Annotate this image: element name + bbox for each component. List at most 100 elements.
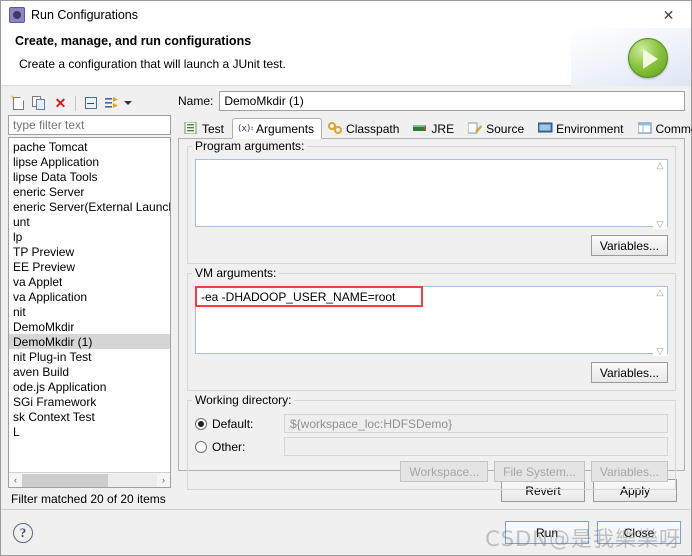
tree-item-label: eneric Server(External Launch) xyxy=(13,199,170,214)
duplicate-icon[interactable] xyxy=(30,94,49,113)
tab-common[interactable]: Common xyxy=(632,118,692,138)
tree-item[interactable]: DemoMkdir (1) xyxy=(9,334,170,349)
file-system-button[interactable]: File System... xyxy=(494,461,585,482)
tree-item[interactable]: L xyxy=(9,424,170,439)
tree-item[interactable]: SGi Framework xyxy=(9,394,170,409)
other-radio[interactable] xyxy=(195,440,207,453)
tab-test[interactable]: Test xyxy=(178,118,232,138)
program-arguments-label: Program arguments: xyxy=(192,139,308,153)
run-configurations-dialog: Run Configurations ✕ Create, manage, and… xyxy=(0,0,692,556)
launch-type-icon xyxy=(9,425,11,438)
test-icon xyxy=(184,121,198,135)
junit-launch-icon xyxy=(9,320,11,333)
environment-icon xyxy=(537,122,553,135)
tree-item[interactable]: va Application xyxy=(9,289,170,304)
tree-item-label: lipse Data Tools xyxy=(13,169,98,184)
working-directory-label: Working directory: xyxy=(192,393,295,407)
tree-item[interactable]: ode.js Application xyxy=(9,379,170,394)
scroll-thumb[interactable] xyxy=(22,473,109,487)
working-directory-group: Working directory: Default: ${workspace_… xyxy=(187,393,676,490)
tree-item[interactable]: va Applet xyxy=(9,274,170,289)
filter-input[interactable] xyxy=(8,115,171,135)
tree-item-label: va Applet xyxy=(13,274,63,289)
configurations-panel: ✕ pache Tomcatlip xyxy=(7,91,172,509)
tree-item[interactable]: sk Context Test xyxy=(9,409,170,424)
tree-item-label: SGi Framework xyxy=(13,394,97,409)
chevron-down-icon[interactable] xyxy=(123,94,133,113)
tab-label: Environment xyxy=(556,121,624,136)
filter-launch-configurations-icon[interactable] xyxy=(102,94,121,113)
arguments-tab-panel: Program arguments: △ ▽ Variables... VM a… xyxy=(178,138,685,490)
vm-arguments-variables-button[interactable]: Variables... xyxy=(590,362,668,383)
tab-jre[interactable]: JRE xyxy=(407,118,462,138)
tree-item[interactable]: unt xyxy=(9,214,170,229)
collapse-all-icon[interactable] xyxy=(81,94,100,113)
workspace-button[interactable]: Workspace... xyxy=(400,461,489,482)
tree-item[interactable]: DemoMkdir xyxy=(9,319,170,334)
tab-classpath[interactable]: Classpath xyxy=(322,118,407,138)
tree-item-label: TP Preview xyxy=(13,244,75,259)
close-icon[interactable]: ✕ xyxy=(646,1,691,28)
tree-item-label: EE Preview xyxy=(13,259,76,274)
program-arguments-field-wrap: △ ▽ xyxy=(195,159,668,230)
launch-type-icon xyxy=(9,395,11,408)
tree-horizontal-scrollbar[interactable]: ‹ › xyxy=(9,472,170,487)
tree-item[interactable]: lipse Application xyxy=(9,154,170,169)
working-directory-variables-button[interactable]: Variables... xyxy=(590,461,668,482)
vm-arguments-input[interactable] xyxy=(195,286,668,354)
tree-item-label: lp xyxy=(13,229,23,244)
scroll-right-icon[interactable]: › xyxy=(157,474,170,487)
tree-item[interactable]: lp xyxy=(9,229,170,244)
program-arguments-group: Program arguments: △ ▽ Variables... xyxy=(187,139,676,264)
tree-item[interactable]: eneric Server xyxy=(9,184,170,199)
tree-item-label: L xyxy=(13,424,20,439)
tree-item[interactable]: EE Preview xyxy=(9,259,170,274)
tab-source[interactable]: Source xyxy=(462,118,532,138)
run-button[interactable]: Run xyxy=(505,521,589,544)
run-play-icon[interactable] xyxy=(628,38,668,78)
default-radio[interactable] xyxy=(195,417,207,430)
tree-item[interactable]: eneric Server(External Launch) xyxy=(9,199,170,214)
window-title: Run Configurations xyxy=(31,7,139,22)
launch-type-icon xyxy=(9,260,11,273)
launch-type-icon xyxy=(9,245,11,258)
tab-label: JRE xyxy=(431,121,455,136)
tree-item[interactable]: pache Tomcat xyxy=(9,139,170,154)
delete-icon[interactable]: ✕ xyxy=(51,94,70,113)
launch-type-icon xyxy=(9,305,11,318)
new-launch-configuration-icon[interactable] xyxy=(9,94,28,113)
tree-item-label: nit Plug-in Test xyxy=(13,349,92,364)
scroll-left-icon[interactable]: ‹ xyxy=(9,474,22,487)
tree-item[interactable]: lipse Data Tools xyxy=(9,169,170,184)
tab-bar: Test (x)=Arguments Classpath JRE Source Envir… xyxy=(178,117,692,139)
title-bar: Run Configurations ✕ xyxy=(1,1,691,28)
tab-arguments[interactable]: (x)=Arguments xyxy=(232,118,323,139)
program-arguments-variables-button[interactable]: Variables... xyxy=(590,235,668,256)
tree-item[interactable]: nit Plug-in Test xyxy=(9,349,170,364)
tab-label: Test xyxy=(202,121,225,136)
launch-type-icon xyxy=(9,275,11,288)
dialog-footer: ? Run Close CSDN@是我樂樂呀 xyxy=(1,509,691,555)
default-label: Default: xyxy=(212,416,254,431)
name-input[interactable] xyxy=(219,91,685,111)
configuration-editor: Name: Test (x)=Arguments Classpath JRE Sourc… xyxy=(178,91,692,509)
working-directory-default-row: Default: ${workspace_loc:HDFSDemo} xyxy=(195,413,668,434)
footer-buttons: Run Close xyxy=(505,521,681,544)
other-path-field[interactable] xyxy=(284,437,668,456)
vm-arguments-field-wrap: △ ▽ xyxy=(195,286,668,357)
run-configurations-icon xyxy=(9,6,25,23)
tree-item[interactable]: aven Build xyxy=(9,364,170,379)
program-arguments-input[interactable] xyxy=(195,159,668,227)
tree-item[interactable]: nit xyxy=(9,304,170,319)
close-button[interactable]: Close xyxy=(597,521,681,544)
tab-environment[interactable]: Environment xyxy=(532,118,631,138)
configurations-tree-list[interactable]: pache Tomcat lipse Application lipse Data … xyxy=(9,138,170,472)
name-row: Name: xyxy=(178,91,685,111)
tree-item-label: ode.js Application xyxy=(13,379,107,394)
tree-item[interactable]: TP Preview xyxy=(9,244,170,259)
launch-type-icon xyxy=(9,185,11,198)
launch-type-icon xyxy=(9,170,11,183)
scroll-track[interactable] xyxy=(22,473,157,487)
arguments-icon: (x)= xyxy=(238,122,258,135)
help-icon[interactable]: ? xyxy=(13,522,33,543)
